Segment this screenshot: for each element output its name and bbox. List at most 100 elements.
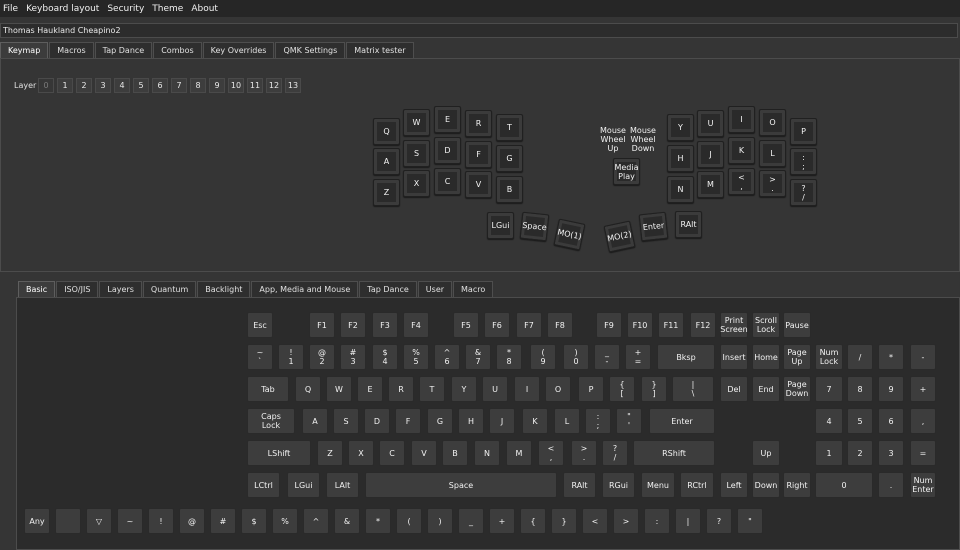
key-e[interactable]: E bbox=[357, 376, 383, 402]
key-k[interactable]: K bbox=[522, 408, 548, 434]
key-circumflex[interactable]: ^ bbox=[303, 508, 329, 534]
key-grave[interactable]: ~ ` bbox=[247, 344, 273, 370]
key-minus[interactable]: _ - bbox=[594, 344, 620, 370]
key-mo2[interactable]: MO(2) bbox=[603, 220, 636, 253]
key-num-lock[interactable]: Num Lock bbox=[815, 344, 843, 370]
key-j[interactable]: J bbox=[489, 408, 515, 434]
key-rctrl[interactable]: RCtrl bbox=[680, 472, 714, 498]
key-hash[interactable]: # bbox=[210, 508, 236, 534]
layer-button[interactable]: 13 bbox=[285, 78, 301, 93]
key-space[interactable]: Space bbox=[519, 211, 550, 242]
menu-keyboard-layout[interactable]: Keyboard layout bbox=[23, 4, 104, 14]
key-b[interactable]: B bbox=[496, 176, 523, 203]
key-comma[interactable]: < , bbox=[538, 440, 564, 466]
key-f5[interactable]: F5 bbox=[453, 312, 479, 338]
key-y[interactable]: Y bbox=[451, 376, 477, 402]
key-dollar[interactable]: $ bbox=[241, 508, 267, 534]
key-rbracket[interactable]: } ] bbox=[641, 376, 667, 402]
key-lparen[interactable]: ( bbox=[396, 508, 422, 534]
layer-button[interactable]: 2 bbox=[76, 78, 92, 93]
key-period[interactable]: > . bbox=[759, 170, 786, 197]
key-mouse-wheel-up[interactable]: Mouse Wheel Up bbox=[598, 126, 628, 153]
key-kp-4[interactable]: 4 bbox=[815, 408, 843, 434]
layer-button[interactable]: 1 bbox=[57, 78, 73, 93]
key-y[interactable]: Y bbox=[667, 114, 694, 141]
key-kp-slash[interactable]: / bbox=[847, 344, 873, 370]
tab-layers[interactable]: Layers bbox=[99, 281, 142, 297]
key-slash[interactable]: ? / bbox=[602, 440, 628, 466]
device-select[interactable]: Thomas Haukland Cheapino2 bbox=[0, 23, 958, 38]
key-x[interactable]: X bbox=[403, 170, 430, 197]
layer-button[interactable]: 12 bbox=[266, 78, 282, 93]
key-t[interactable]: T bbox=[419, 376, 445, 402]
key-menu[interactable]: Menu bbox=[641, 472, 675, 498]
key-r[interactable]: R bbox=[465, 110, 492, 137]
tab-keymap[interactable]: Keymap bbox=[0, 42, 49, 58]
key-comma[interactable]: < , bbox=[728, 168, 755, 195]
key-kp-6[interactable]: 6 bbox=[878, 408, 904, 434]
menu-theme[interactable]: Theme bbox=[149, 4, 188, 14]
key-kp-5[interactable]: 5 bbox=[847, 408, 873, 434]
key-f[interactable]: F bbox=[395, 408, 421, 434]
key-blank[interactable] bbox=[55, 508, 81, 534]
key-page-down[interactable]: Page Down bbox=[783, 376, 811, 402]
key-home[interactable]: Home bbox=[752, 344, 780, 370]
tab-app-media-mouse[interactable]: App, Media and Mouse bbox=[251, 281, 359, 297]
key-z[interactable]: Z bbox=[317, 440, 343, 466]
key-q[interactable]: Q bbox=[295, 376, 321, 402]
key-3[interactable]: # 3 bbox=[340, 344, 366, 370]
key-i[interactable]: I bbox=[728, 106, 755, 133]
key-end[interactable]: End bbox=[752, 376, 780, 402]
key-mo1[interactable]: MO(1) bbox=[553, 218, 586, 251]
key-pause[interactable]: Pause bbox=[783, 312, 811, 338]
key-lcurly[interactable]: { bbox=[520, 508, 546, 534]
key-semicolon[interactable]: : ; bbox=[585, 408, 611, 434]
key-period[interactable]: > . bbox=[571, 440, 597, 466]
key-delete[interactable]: Del bbox=[720, 376, 748, 402]
key-kp-dot[interactable]: . bbox=[878, 472, 904, 498]
key-lbracket[interactable]: { [ bbox=[609, 376, 635, 402]
key-s[interactable]: S bbox=[333, 408, 359, 434]
key-kp-8[interactable]: 8 bbox=[847, 376, 873, 402]
key-a[interactable]: A bbox=[302, 408, 328, 434]
key-a[interactable]: A bbox=[373, 148, 400, 175]
menu-about[interactable]: About bbox=[188, 4, 223, 14]
key-kp-9[interactable]: 9 bbox=[878, 376, 904, 402]
key-o[interactable]: O bbox=[759, 109, 786, 136]
key-tilde[interactable]: ~ bbox=[117, 508, 143, 534]
tab-tap-dance[interactable]: Tap Dance bbox=[94, 42, 153, 58]
layer-button[interactable]: 5 bbox=[133, 78, 149, 93]
key-q[interactable]: Q bbox=[373, 118, 400, 145]
key-kp-asterisk[interactable]: * bbox=[878, 344, 904, 370]
key-f7[interactable]: F7 bbox=[516, 312, 542, 338]
tab-quantum[interactable]: Quantum bbox=[142, 281, 197, 297]
key-mouse-wheel-down[interactable]: Mouse Wheel Down bbox=[628, 126, 658, 153]
key-rcurly[interactable]: } bbox=[551, 508, 577, 534]
layer-button[interactable]: 9 bbox=[209, 78, 225, 93]
key-f3[interactable]: F3 bbox=[372, 312, 398, 338]
key-0[interactable]: ) 0 bbox=[563, 344, 589, 370]
tab-matrix-tester[interactable]: Matrix tester bbox=[346, 42, 414, 58]
key-n[interactable]: N bbox=[667, 176, 694, 203]
key-pipe[interactable]: | bbox=[675, 508, 701, 534]
key-6[interactable]: ^ 6 bbox=[434, 344, 460, 370]
tab-iso-jis[interactable]: ISO/JIS bbox=[56, 281, 99, 297]
layer-button[interactable]: 11 bbox=[247, 78, 263, 93]
key-z[interactable]: Z bbox=[373, 179, 400, 206]
key-asterisk[interactable]: * bbox=[365, 508, 391, 534]
key-o[interactable]: O bbox=[545, 376, 571, 402]
key-m[interactable]: M bbox=[506, 440, 532, 466]
key-f1[interactable]: F1 bbox=[309, 312, 335, 338]
key-d[interactable]: D bbox=[434, 137, 461, 164]
tab-keycode-tap-dance[interactable]: Tap Dance bbox=[359, 281, 417, 297]
key-j[interactable]: J bbox=[697, 141, 724, 168]
key-w[interactable]: W bbox=[403, 109, 430, 136]
key-r[interactable]: R bbox=[388, 376, 414, 402]
key-b[interactable]: B bbox=[442, 440, 468, 466]
key-kp-3[interactable]: 3 bbox=[878, 440, 904, 466]
key-f6[interactable]: F6 bbox=[484, 312, 510, 338]
key-f8[interactable]: F8 bbox=[547, 312, 573, 338]
key-c[interactable]: C bbox=[434, 168, 461, 195]
key-w[interactable]: W bbox=[326, 376, 352, 402]
key-1[interactable]: ! 1 bbox=[278, 344, 304, 370]
